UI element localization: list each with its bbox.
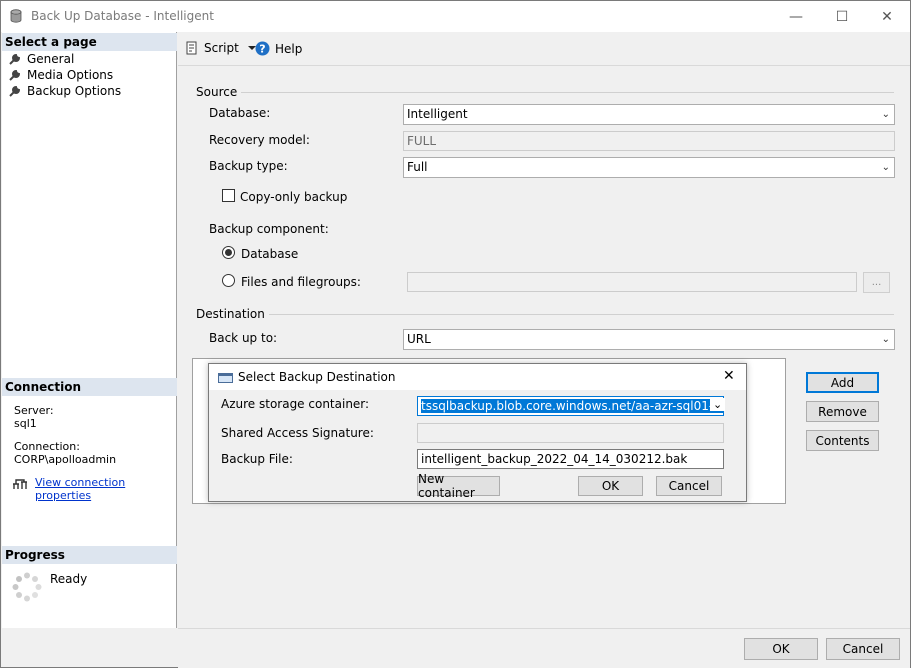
toolbar: Script ? Help [178, 32, 910, 66]
sas-field [417, 423, 724, 443]
dialog-ok-button[interactable]: OK [578, 476, 643, 496]
source-divider [236, 92, 894, 93]
connection-value: CORP\apolloadmin [14, 453, 117, 466]
wrench-icon [9, 53, 21, 65]
server-label: Server: [14, 404, 54, 417]
help-label: Help [275, 41, 303, 56]
add-button[interactable]: Add [806, 372, 879, 393]
page-media-options[interactable]: Media Options [8, 67, 113, 83]
database-combobox[interactable]: Intelligent ⌄ [403, 104, 895, 125]
maximize-button[interactable]: ☐ [819, 1, 865, 32]
dialog-title: Select Backup Destination [238, 370, 396, 384]
database-label: Database: [209, 106, 271, 120]
progress-header: Progress [2, 546, 177, 564]
page-backup-options[interactable]: Backup Options [8, 83, 121, 99]
database-icon [10, 9, 22, 26]
destination-divider [253, 314, 894, 315]
script-label: Script [204, 41, 239, 55]
help-icon: ? [255, 41, 270, 56]
progress-status: Ready [50, 572, 88, 586]
wrench-icon [9, 85, 21, 97]
component-database-radio[interactable] [222, 246, 235, 259]
backup-file-value: intelligent_backup_2022_04_14_030212.bak [421, 452, 688, 466]
chevron-down-icon: ⌄ [881, 334, 890, 345]
backup-component-label: Backup component: [209, 222, 329, 236]
dialog-window-icon [218, 372, 233, 386]
dialog-close-icon[interactable]: ✕ [723, 368, 735, 384]
chevron-down-icon[interactable]: ⌄ [710, 398, 726, 411]
recovery-model-label: Recovery model: [209, 133, 310, 147]
chevron-down-icon: ⌄ [881, 162, 890, 173]
back-up-to-combobox[interactable]: URL ⌄ [403, 329, 895, 350]
connection-label: Connection: [14, 440, 80, 453]
azure-container-combobox[interactable]: tssqlbackup.blob.core.windows.net/aa-azr… [417, 396, 724, 416]
backup-type-label: Backup type: [209, 159, 288, 173]
page-backup-options-label: Backup Options [27, 84, 122, 98]
page-general[interactable]: General [8, 51, 74, 67]
connection-header: Connection [2, 378, 177, 396]
copy-only-checkbox[interactable] [222, 189, 235, 202]
chevron-down-icon: ⌄ [881, 109, 890, 120]
backup-database-window: Back Up Database - Intelligent — ☐ ✕ Sel… [0, 0, 911, 668]
filegroups-field [407, 272, 857, 292]
wrench-icon [9, 69, 21, 81]
remove-button[interactable]: Remove [806, 401, 879, 422]
sas-label: Shared Access Signature: [221, 426, 374, 440]
view-connection-properties-link[interactable]: View connection properties [35, 476, 176, 502]
dialog-cancel-button[interactable]: Cancel [656, 476, 722, 496]
recovery-model-value: FULL [407, 134, 437, 148]
script-button[interactable]: Script [185, 41, 257, 55]
cancel-button[interactable]: Cancel [826, 638, 900, 660]
back-up-to-value: URL [407, 332, 431, 346]
help-button[interactable]: ? Help [255, 41, 302, 56]
left-pane: Select a page General Media Options Back… [2, 32, 177, 628]
minimize-button[interactable]: — [773, 1, 819, 32]
server-value: sql1 [14, 417, 37, 430]
backup-file-input[interactable]: intelligent_backup_2022_04_14_030212.bak [417, 449, 724, 469]
copy-only-label[interactable]: Copy-only backup [240, 190, 347, 204]
recovery-model-field: FULL [403, 131, 895, 151]
back-up-to-label: Back up to: [209, 331, 278, 345]
new-container-button[interactable]: New container [417, 472, 500, 500]
dialog-title-bar: Select Backup Destination ✕ [209, 364, 746, 390]
script-icon [186, 41, 197, 55]
page-general-label: General [27, 52, 75, 66]
select-backup-destination-dialog: Select Backup Destination ✕ Azure storag… [208, 363, 747, 502]
maximize-icon: ☐ [835, 8, 849, 25]
progress-spinner-icon [12, 572, 42, 605]
component-files-label[interactable]: Files and filegroups: [241, 275, 361, 289]
backup-file-label: Backup File: [221, 452, 293, 466]
contents-button[interactable]: Contents [806, 430, 879, 451]
backup-type-value: Full [407, 160, 428, 174]
page-media-options-label: Media Options [27, 68, 114, 82]
source-group-title: Source [196, 85, 242, 99]
component-files-radio[interactable] [222, 274, 235, 287]
azure-container-value: tssqlbackup.blob.core.windows.net/aa-azr… [421, 399, 723, 413]
svg-text:?: ? [259, 43, 265, 56]
database-value: Intelligent [407, 107, 468, 121]
connection-properties-icon [12, 476, 28, 493]
destination-group-title: Destination [196, 307, 269, 321]
close-button[interactable]: ✕ [864, 1, 910, 32]
select-page-header: Select a page [2, 33, 177, 51]
filegroups-browse-button: ... [863, 272, 890, 293]
azure-container-label: Azure storage container: [221, 397, 370, 411]
component-database-label[interactable]: Database [241, 247, 298, 261]
close-icon: ✕ [881, 8, 893, 25]
backup-type-combobox[interactable]: Full ⌄ [403, 157, 895, 178]
window-title: Back Up Database - Intelligent [31, 9, 214, 23]
minimize-icon: — [789, 8, 803, 25]
title-bar: Back Up Database - Intelligent — ☐ ✕ [1, 1, 910, 32]
ok-button[interactable]: OK [744, 638, 818, 660]
